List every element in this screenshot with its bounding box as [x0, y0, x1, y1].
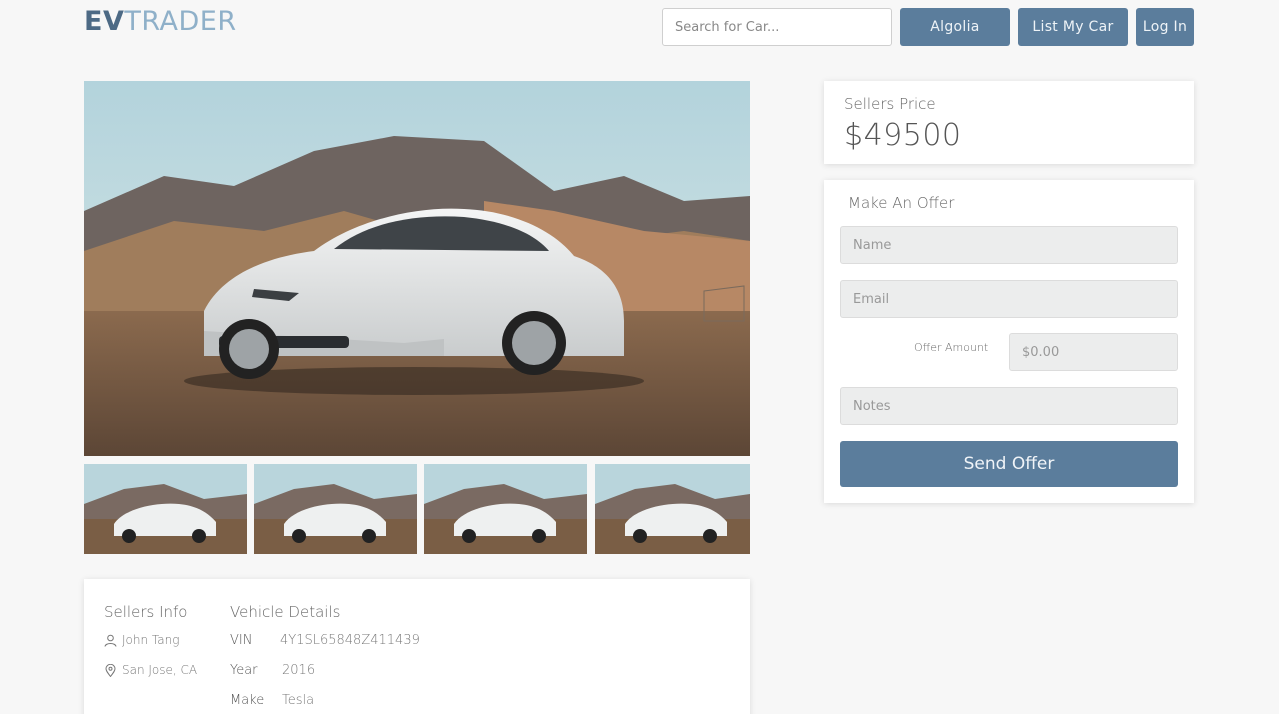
seller-name-row: John Tang [104, 633, 179, 647]
vin-label: VIN [230, 633, 253, 648]
seller-name: John Tang [122, 633, 180, 647]
algolia-button[interactable]: Algolia [900, 8, 1010, 46]
logo-trader: TRADER [124, 6, 237, 37]
main-car-photo [84, 81, 750, 456]
user-icon [104, 634, 117, 647]
list-my-car-button[interactable]: List My Car [1018, 8, 1128, 46]
sellers-price-card: Sellers Price $49500 [824, 81, 1194, 164]
vehicle-info-card: Sellers Info John Tang San Jose, CA Vehi… [84, 579, 750, 714]
seller-location: San Jose, CA [122, 663, 198, 677]
thumbnail-1[interactable] [84, 464, 247, 554]
make-value: Tesla [282, 693, 315, 708]
year-value: 2016 [282, 663, 316, 678]
vehicle-details-heading: Vehicle Details [230, 603, 341, 621]
vin-value: 4Y1SL65848Z411439 [280, 633, 420, 648]
name-field[interactable] [840, 226, 1178, 264]
thumbnail-2[interactable] [254, 464, 417, 554]
map-pin-icon [104, 663, 117, 677]
email-field[interactable] [840, 280, 1178, 318]
search-input[interactable] [662, 8, 892, 46]
offer-amount-field[interactable] [1009, 333, 1178, 371]
make-label: Make [230, 693, 265, 708]
logo-ev: EV [84, 6, 125, 37]
site-logo[interactable]: EVTRADER [84, 7, 237, 37]
make-offer-card: Make An Offer Offer Amount Send Offer [824, 180, 1194, 503]
price-label: Sellers Price [844, 95, 936, 113]
price-value: $49500 [844, 118, 962, 153]
year-label: Year [230, 663, 258, 678]
offer-amount-label: Offer Amount [914, 341, 989, 354]
make-offer-heading: Make An Offer [848, 194, 955, 212]
send-offer-button[interactable]: Send Offer [840, 441, 1178, 487]
notes-field[interactable] [840, 387, 1178, 425]
thumbnail-3[interactable] [424, 464, 587, 554]
sellers-info-heading: Sellers Info [104, 603, 188, 621]
thumbnail-4[interactable] [595, 464, 750, 554]
seller-location-row: San Jose, CA [104, 663, 197, 677]
log-in-button[interactable]: Log In [1136, 8, 1194, 46]
